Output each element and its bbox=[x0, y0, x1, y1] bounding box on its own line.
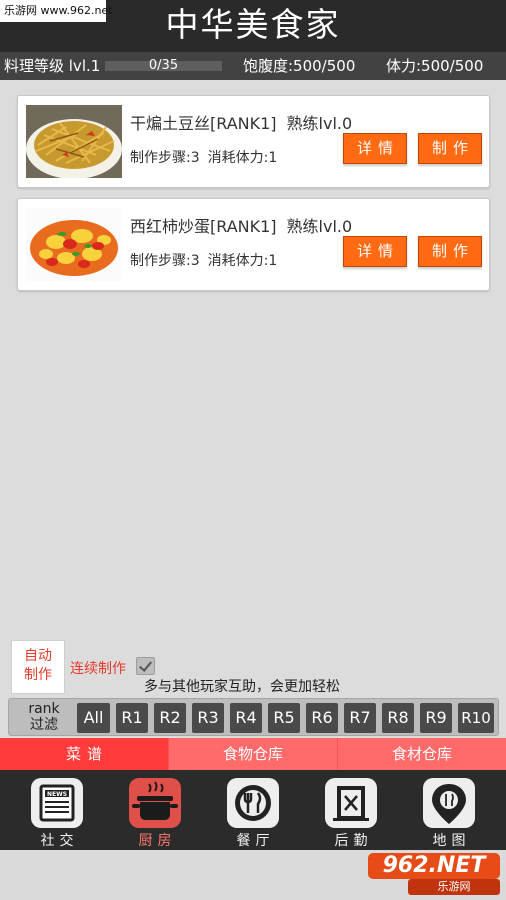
auto-make-label-line1: 自动 bbox=[24, 648, 52, 664]
nav-map[interactable]: 地图 bbox=[414, 774, 484, 849]
watermark-logo-main: 962.NET bbox=[368, 853, 500, 879]
bottom-navigation: NEWS 社交 厨房 餐厅 后勤 地图 bbox=[0, 770, 506, 850]
auto-make-button[interactable]: 自动 制作 bbox=[11, 640, 65, 694]
svg-text:NEWS: NEWS bbox=[47, 791, 67, 798]
nav-social[interactable]: NEWS 社交 bbox=[22, 774, 92, 849]
rank-filter-r6[interactable]: R6 bbox=[306, 703, 338, 733]
rank-filter-label-line2: 过滤 bbox=[30, 717, 58, 733]
tab-food-storage[interactable]: 食物仓库 bbox=[168, 738, 337, 770]
recipe-info: 制作步骤:3 消耗体力:1 bbox=[130, 250, 277, 270]
recipe-stamina-cost: 消耗体力:1 bbox=[207, 150, 278, 166]
watermark-logo: 962.NET 乐游网 bbox=[368, 853, 500, 897]
recipe-card: 干煸土豆丝[RANK1] 熟练lvl.0 制作步骤:3 消耗体力:1 详情 制作 bbox=[17, 95, 490, 188]
map-pin-icon bbox=[423, 778, 475, 828]
detail-button[interactable]: 详情 bbox=[343, 133, 407, 164]
nav-logistics-label: 后勤 bbox=[334, 833, 373, 849]
recipe-image-tomato-scrambled-eggs bbox=[26, 208, 122, 281]
recipe-info: 制作步骤:3 消耗体力:1 bbox=[130, 147, 277, 167]
nav-logistics[interactable]: 后勤 bbox=[316, 774, 386, 849]
cooperation-hint: 多与其他玩家互助，会更加轻松 bbox=[144, 679, 340, 695]
recipe-title: 西红柿炒蛋[RANK1] 熟练lvl.0 bbox=[130, 213, 352, 237]
rank-filter-r5[interactable]: R5 bbox=[268, 703, 300, 733]
rank-filter-r4[interactable]: R4 bbox=[230, 703, 262, 733]
tab-recipes[interactable]: 菜谱 bbox=[0, 738, 168, 770]
rank-filter-r8[interactable]: R8 bbox=[382, 703, 414, 733]
rank-filter-all[interactable]: All bbox=[77, 703, 110, 733]
make-button[interactable]: 制作 bbox=[418, 133, 482, 164]
recipe-image-fried-potato-shreds bbox=[26, 105, 122, 178]
detail-button[interactable]: 详情 bbox=[343, 236, 407, 267]
recipe-stamina-cost: 消耗体力:1 bbox=[207, 253, 278, 269]
auto-make-label-line2: 制作 bbox=[24, 667, 52, 683]
newspaper-icon: NEWS bbox=[31, 778, 83, 828]
nav-map-label: 地图 bbox=[432, 833, 471, 849]
site-watermark: 乐游网 www.962.net bbox=[0, 0, 113, 22]
rank-filter-bar: rank 过滤 All R1 R2 R3 R4 R5 R6 R7 R8 R9 R… bbox=[8, 698, 499, 736]
stamina-value: 体力:500/500 bbox=[386, 57, 484, 75]
player-status-bar: 料理等级 lvl.1 0/35 饱腹度:500/500 体力:500/500 bbox=[0, 52, 506, 80]
storage-door-icon bbox=[325, 778, 377, 828]
cooking-level: 料理等级 lvl.1 bbox=[4, 57, 101, 75]
recipe-card: 西红柿炒蛋[RANK1] 熟练lvl.0 制作步骤:3 消耗体力:1 详情 制作 bbox=[17, 198, 490, 291]
nav-restaurant-label: 餐厅 bbox=[236, 833, 275, 849]
rank-filter-r3[interactable]: R3 bbox=[192, 703, 224, 733]
storage-tab-bar: 菜谱 食物仓库 食材仓库 bbox=[0, 738, 506, 770]
rank-filter-r10[interactable]: R10 bbox=[458, 703, 494, 733]
recipe-title: 干煸土豆丝[RANK1] 熟练lvl.0 bbox=[130, 110, 352, 134]
rank-filter-r9[interactable]: R9 bbox=[420, 703, 452, 733]
rank-filter-label: rank 过滤 bbox=[15, 701, 73, 733]
nav-kitchen-label: 厨房 bbox=[138, 833, 177, 849]
recipe-steps: 制作步骤:3 bbox=[130, 253, 200, 269]
cooking-pot-icon bbox=[129, 778, 181, 828]
continuous-make-checkbox[interactable] bbox=[136, 657, 155, 675]
xp-value: 0/35 bbox=[148, 58, 179, 73]
make-button[interactable]: 制作 bbox=[418, 236, 482, 267]
satiety-value: 饱腹度:500/500 bbox=[243, 57, 356, 75]
recipe-steps: 制作步骤:3 bbox=[130, 150, 200, 166]
fork-knife-plate-icon bbox=[227, 778, 279, 828]
rank-filter-r2[interactable]: R2 bbox=[154, 703, 186, 733]
watermark-logo-sub: 乐游网 bbox=[408, 879, 500, 895]
rank-filter-r1[interactable]: R1 bbox=[116, 703, 148, 733]
recipe-mastery: 熟练lvl.0 bbox=[286, 217, 353, 236]
recipe-mastery: 熟练lvl.0 bbox=[286, 114, 353, 133]
tab-ingredient-storage[interactable]: 食材仓库 bbox=[337, 738, 506, 770]
continuous-make-label: 连续制作 bbox=[70, 661, 126, 677]
recipe-name: 干煸土豆丝[RANK1] bbox=[130, 114, 277, 133]
nav-social-label: 社交 bbox=[40, 833, 79, 849]
nav-restaurant[interactable]: 餐厅 bbox=[218, 774, 288, 849]
nav-kitchen[interactable]: 厨房 bbox=[120, 774, 190, 849]
recipe-name: 西红柿炒蛋[RANK1] bbox=[130, 217, 277, 236]
rank-filter-r7[interactable]: R7 bbox=[344, 703, 376, 733]
rank-filter-label-line1: rank bbox=[28, 701, 60, 717]
